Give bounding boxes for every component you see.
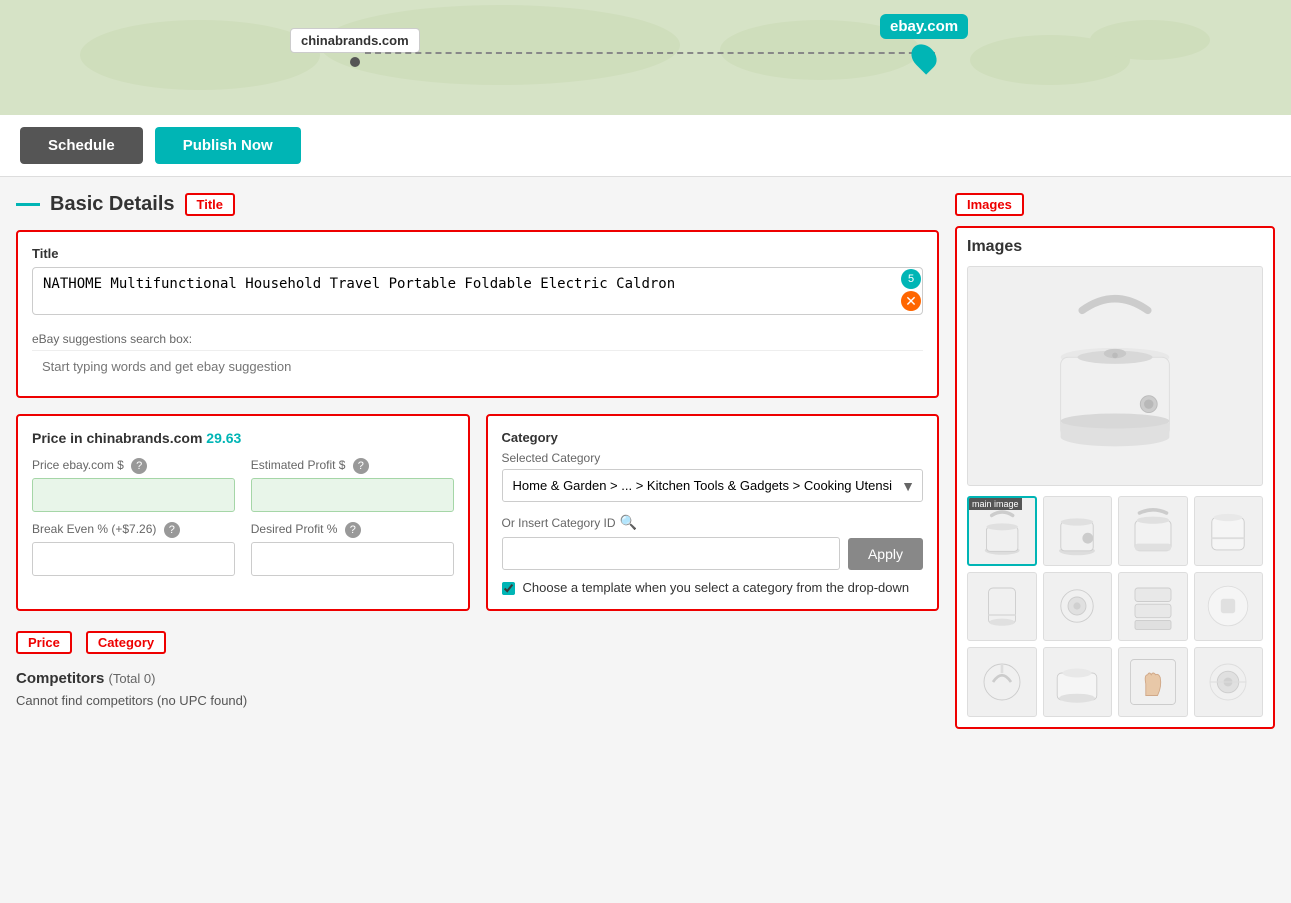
- thumb-img-10: [1050, 655, 1104, 709]
- title-input-wrapper: NATHOME Multifunctional Household Travel…: [32, 267, 923, 318]
- thumb-9[interactable]: [967, 647, 1037, 717]
- main-product-image: [967, 266, 1263, 486]
- thumb-img-9: [975, 655, 1029, 709]
- price-ebay-label: Price ebay.com $ ?: [32, 458, 235, 474]
- price-row-bottom: Break Even % (+$7.26) ? 18.5 Desired Pro…: [32, 522, 454, 576]
- thumb-10[interactable]: [1043, 647, 1113, 717]
- estimated-profit-col: Estimated Profit $ ? 2.37: [251, 458, 454, 512]
- product-svg: [1040, 281, 1190, 471]
- category-section: Category Selected Category Home & Garden…: [486, 414, 940, 611]
- desired-profit-input[interactable]: 8.00: [251, 542, 454, 576]
- images-section-header: Images: [955, 193, 1275, 216]
- title-input[interactable]: NATHOME Multifunctional Household Travel…: [32, 267, 923, 315]
- estimated-profit-label: Estimated Profit $ ?: [251, 458, 454, 474]
- selected-category-label: Selected Category: [502, 451, 924, 465]
- search-icon: 🔍: [620, 514, 637, 531]
- main-content: Basic Details Title Title NATHOME Multif…: [0, 177, 1291, 745]
- thumbnail-grid: main image: [967, 496, 1263, 717]
- main-image-badge: main image: [969, 498, 1022, 510]
- category-id-row: Apply: [502, 537, 924, 570]
- thumb-5[interactable]: [967, 572, 1037, 642]
- price-ebay-col: Price ebay.com $ ? 39.26: [32, 458, 235, 512]
- suggestion-label: eBay suggestions search box:: [32, 332, 923, 346]
- competitors-title: Competitors (Total 0): [16, 670, 939, 687]
- thumb-img-1: [976, 505, 1028, 557]
- category-select-wrapper: Home & Garden > ... > Kitchen Tools & Ga…: [502, 469, 924, 502]
- map-header: chinabrands.com ebay.com: [0, 0, 1291, 115]
- left-panel: Basic Details Title Title NATHOME Multif…: [16, 193, 939, 729]
- route-line: [365, 52, 935, 54]
- source-label: chinabrands.com: [290, 28, 420, 53]
- images-annotation-badge: Images: [955, 193, 1024, 216]
- action-bar: Schedule Publish Now: [0, 115, 1291, 177]
- price-title: Price in chinabrands.com 29.63: [32, 430, 241, 446]
- checkbox-label: Choose a template when you select a cate…: [523, 580, 910, 595]
- thumb-11[interactable]: [1118, 647, 1188, 717]
- schedule-button[interactable]: Schedule: [20, 127, 143, 164]
- thumb-img-2: [1050, 504, 1104, 558]
- thumb-6[interactable]: [1043, 572, 1113, 642]
- template-checkbox[interactable]: [502, 582, 515, 595]
- price-ebay-input[interactable]: 39.26: [32, 478, 235, 512]
- thumb-img-11: [1126, 655, 1180, 709]
- publish-button[interactable]: Publish Now: [155, 127, 301, 164]
- suggestion-input[interactable]: [32, 350, 923, 382]
- thumb-2[interactable]: [1043, 496, 1113, 566]
- checkbox-row: Choose a template when you select a cate…: [502, 580, 924, 595]
- dest-pin: ebay.com: [880, 14, 968, 71]
- title-section: Title NATHOME Multifunctional Household …: [16, 230, 939, 398]
- estimated-profit-input[interactable]: 2.37: [251, 478, 454, 512]
- title-annotation-badge: Title: [185, 193, 236, 216]
- thumb-1[interactable]: main image: [967, 496, 1037, 566]
- thumb-img-5: [975, 579, 1029, 633]
- title-field-label: Title: [32, 246, 923, 261]
- price-section: Price in chinabrands.com 29.63 Price eba…: [16, 414, 470, 611]
- break-even-info-icon[interactable]: ?: [164, 522, 180, 538]
- thumb-7[interactable]: [1118, 572, 1188, 642]
- thumb-img-7: [1126, 579, 1180, 633]
- images-panel-title: Images: [967, 238, 1263, 256]
- price-value: 29.63: [206, 430, 241, 446]
- break-even-label: Break Even % (+$7.26) ?: [32, 522, 235, 538]
- profit-info-icon[interactable]: ?: [353, 458, 369, 474]
- category-section-label: Category: [502, 430, 924, 445]
- section-header: Basic Details Title: [16, 193, 939, 216]
- competitors-note: Cannot find competitors (no UPC found): [16, 693, 939, 708]
- title-badge-count: 5: [901, 269, 921, 289]
- category-id-input[interactable]: [502, 537, 840, 570]
- desired-profit-label: Desired Profit % ?: [251, 522, 454, 538]
- right-panel: Images Images: [955, 193, 1275, 729]
- thumb-img-12: [1201, 655, 1255, 709]
- category-select[interactable]: Home & Garden > ... > Kitchen Tools & Ga…: [502, 469, 924, 502]
- break-even-col: Break Even % (+$7.26) ? 18.5: [32, 522, 235, 576]
- price-ebay-info-icon[interactable]: ?: [131, 458, 147, 474]
- thumb-12[interactable]: [1194, 647, 1264, 717]
- thumb-3[interactable]: [1118, 496, 1188, 566]
- desired-profit-info-icon[interactable]: ?: [345, 522, 361, 538]
- price-row-top: Price ebay.com $ ? 39.26 Estimated Profi…: [32, 458, 454, 512]
- thumb-img-8: [1201, 579, 1255, 633]
- bottom-badges: Price Category: [16, 631, 939, 654]
- apply-button[interactable]: Apply: [848, 538, 923, 570]
- images-bordered: Images: [955, 226, 1275, 729]
- thumb-img-3: [1126, 504, 1180, 558]
- break-even-input[interactable]: 18.5: [32, 542, 235, 576]
- price-category-row: Price in chinabrands.com 29.63 Price eba…: [16, 414, 939, 627]
- competitors-count: (Total 0): [109, 671, 156, 686]
- thumb-8[interactable]: [1194, 572, 1264, 642]
- category-annotation-badge: Category: [86, 631, 166, 654]
- source-pin: chinabrands.com: [290, 28, 420, 67]
- section-title: Basic Details: [50, 193, 175, 216]
- price-annotation-badge: Price: [16, 631, 72, 654]
- title-clear-button[interactable]: ✕: [901, 291, 921, 311]
- dest-label: ebay.com: [880, 14, 968, 39]
- desired-profit-col: Desired Profit % ? 8.00: [251, 522, 454, 576]
- section-dash: [16, 203, 40, 206]
- competitors-section: Competitors (Total 0) Cannot find compet…: [16, 670, 939, 708]
- thumb-4[interactable]: [1194, 496, 1264, 566]
- insert-id-label: Or Insert Category ID 🔍: [502, 514, 924, 531]
- thumb-img-6: [1050, 579, 1104, 633]
- thumb-img-4: [1201, 504, 1255, 558]
